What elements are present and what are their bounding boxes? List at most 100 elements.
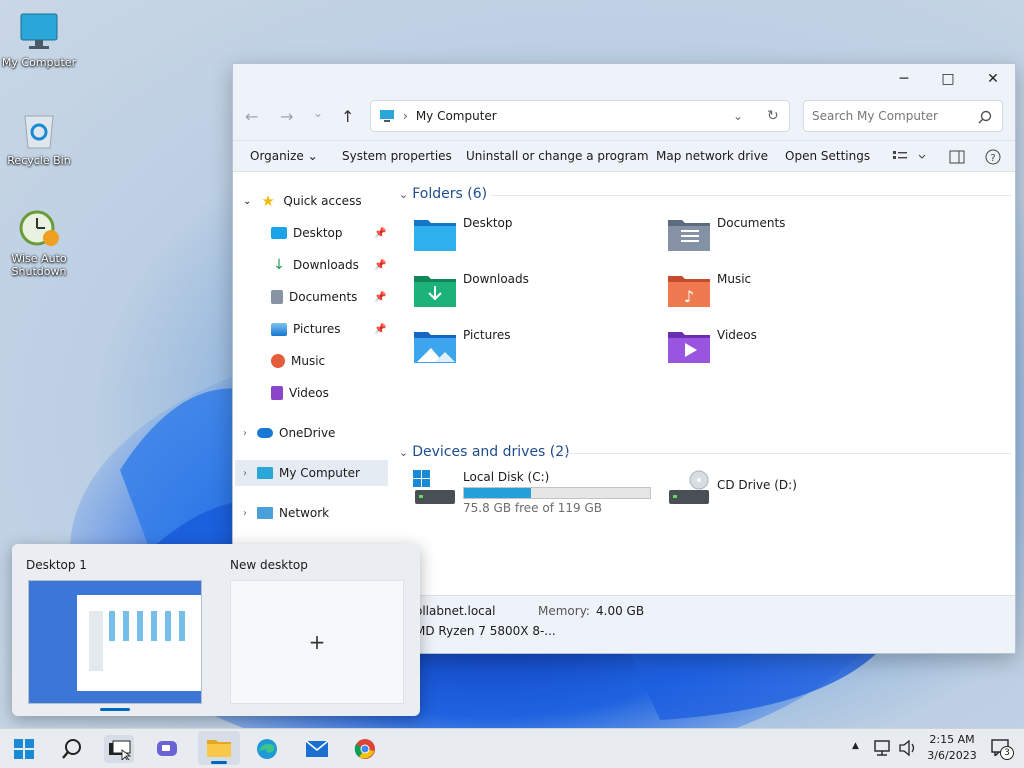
clock[interactable]: 2:15 AM 3/6/2023 — [926, 732, 978, 764]
network-tray-icon[interactable] — [872, 739, 892, 757]
sidebar-item-music[interactable]: Music — [271, 348, 325, 374]
start-button[interactable] — [9, 735, 39, 763]
edge-button[interactable] — [252, 735, 282, 763]
search-icon — [978, 110, 992, 124]
drive-local-disk-c[interactable]: Local Disk (C:) 75.8 GB free of 119 GB — [413, 470, 651, 515]
drive-cd-d[interactable]: CD Drive (D:) — [667, 470, 797, 506]
organize-button[interactable]: Organize ⌄ — [250, 149, 318, 163]
download-icon: ↓ — [273, 257, 285, 273]
taskbar: ▲ 2:15 AM 3/6/2023 3 — [0, 728, 1024, 768]
search-placeholder: Search My Computer — [812, 109, 938, 123]
system-properties-button[interactable]: System properties — [342, 149, 452, 163]
drive-usage-bar — [463, 487, 651, 499]
preview-pane-icon[interactable] — [949, 150, 965, 164]
sidebar-item-onedrive[interactable]: › OneDrive — [243, 420, 335, 446]
uninstall-program-button[interactable]: Uninstall or change a program — [466, 149, 649, 163]
memory-value: 4.00 GB — [596, 604, 645, 618]
show-hidden-icons-button[interactable]: ▲ — [852, 741, 859, 751]
sidebar-item-quick-access[interactable]: ⌄ ★ Quick access — [243, 188, 362, 214]
address-dropdown-icon[interactable]: ⌄ — [733, 109, 743, 123]
new-desktop-button[interactable]: + — [230, 580, 404, 704]
pin-icon[interactable]: 📌 — [374, 228, 386, 239]
desktop-icon-label: Recycle Bin — [7, 154, 71, 167]
drive-usage-fill — [464, 488, 531, 498]
sidebar-item-downloads[interactable]: ↓ Downloads 📌 — [271, 252, 391, 278]
desktop-icon-wise-auto-shutdown[interactable]: Wise Auto Shutdown — [0, 206, 78, 278]
volume-icon[interactable] — [898, 739, 918, 757]
clock-date: 3/6/2023 — [927, 749, 977, 762]
address-bar[interactable]: › My Computer ⌄ ↻ — [370, 100, 790, 132]
teams-chat-button[interactable] — [152, 735, 182, 763]
maximize-button[interactable]: □ — [925, 64, 971, 94]
content-pane: ⌄ Folders (6) Desktop Documents Downloads… — [391, 172, 1015, 602]
file-explorer-button[interactable] — [198, 731, 240, 765]
desktop-folder-icon — [414, 220, 456, 251]
sidebar-item-videos[interactable]: Videos — [271, 380, 329, 406]
refresh-icon[interactable]: ↻ — [767, 108, 779, 124]
up-button[interactable]: ↑ — [341, 107, 354, 126]
notifications-button[interactable]: 3 — [990, 738, 1014, 760]
search-button[interactable] — [57, 735, 87, 763]
search-input[interactable]: Search My Computer — [803, 100, 1003, 132]
view-options-icon[interactable] — [893, 150, 927, 164]
monitor-icon — [380, 110, 394, 122]
minimize-button[interactable]: ─ — [881, 64, 927, 94]
music-icon — [271, 354, 285, 368]
pictures-folder-icon — [414, 332, 456, 363]
mail-button[interactable] — [302, 735, 332, 763]
navigation-pane: ⌄ ★ Quick access Desktop 📌 ↓ Downloads 📌… — [233, 172, 390, 592]
close-button[interactable]: ✕ — [970, 64, 1016, 94]
folder-icon — [207, 740, 231, 757]
recent-locations-button[interactable]: ⌄ — [313, 106, 323, 120]
folder-pictures[interactable]: Pictures — [413, 328, 511, 364]
back-button[interactable]: ← — [245, 107, 258, 126]
chrome-button[interactable] — [350, 735, 380, 763]
windows-drive-icon — [413, 470, 455, 504]
sidebar-item-network[interactable]: › Network — [243, 500, 329, 526]
folder-desktop[interactable]: Desktop — [413, 216, 513, 252]
open-settings-button[interactable]: Open Settings — [785, 149, 870, 163]
recycle-bin-icon — [24, 115, 54, 149]
edge-icon — [257, 739, 277, 759]
desktop-icon-my-computer[interactable]: My Computer — [0, 10, 78, 69]
folders-section-header[interactable]: ⌄ Folders (6) — [399, 186, 487, 202]
map-network-drive-button[interactable]: Map network drive — [656, 149, 768, 163]
video-icon — [271, 386, 283, 400]
forward-button[interactable]: → — [280, 107, 293, 126]
star-icon: ★ — [261, 192, 275, 210]
navigation-bar: ← → ⌄ ↑ › My Computer ⌄ ↻ Search My Comp… — [233, 94, 1015, 140]
title-bar: ─ □ ✕ — [233, 64, 1015, 94]
breadcrumb-separator: › — [403, 109, 408, 123]
new-desktop-label: New desktop — [230, 558, 308, 572]
pin-icon[interactable]: 📌 — [374, 260, 386, 271]
desktop-icon-recycle-bin[interactable]: Recycle Bin — [0, 108, 78, 167]
task-view-button[interactable] — [104, 735, 134, 763]
desktop-1-thumbnail[interactable] — [28, 580, 202, 704]
sidebar-item-pictures[interactable]: Pictures 📌 — [271, 316, 391, 342]
folder-videos[interactable]: Videos — [667, 328, 757, 364]
desktop-icon-label: My Computer — [1, 56, 77, 69]
sidebar-item-desktop[interactable]: Desktop 📌 — [271, 220, 391, 246]
mail-icon — [305, 740, 329, 757]
folder-music[interactable]: ♪ Music — [667, 272, 751, 308]
folder-downloads[interactable]: Downloads — [413, 272, 529, 308]
sidebar-item-documents[interactable]: Documents 📌 — [271, 284, 391, 310]
processor-value: MD Ryzen 7 5800X 8-... — [415, 624, 556, 638]
section-divider — [491, 195, 1011, 196]
task-view-icon — [109, 740, 132, 760]
drives-section-header[interactable]: ⌄ Devices and drives (2) — [399, 444, 570, 460]
pin-icon[interactable]: 📌 — [374, 324, 386, 335]
svg-text:♪: ♪ — [684, 287, 694, 306]
folder-documents[interactable]: Documents — [667, 216, 785, 252]
drive-name: Local Disk (C:) — [463, 470, 550, 484]
help-icon[interactable]: ? — [985, 149, 1001, 165]
chevron-right-icon: › — [243, 427, 247, 439]
breadcrumb-location[interactable]: My Computer — [416, 109, 497, 123]
pin-icon[interactable]: 📌 — [374, 292, 386, 303]
desktop-icon-label: Wise Auto Shutdown — [11, 252, 67, 278]
music-folder-icon: ♪ — [668, 276, 710, 307]
clock-time: 2:15 AM — [929, 733, 975, 746]
monitor-icon — [257, 467, 273, 479]
sidebar-item-my-computer[interactable]: › My Computer — [235, 460, 388, 486]
monitor-icon — [20, 13, 58, 49]
